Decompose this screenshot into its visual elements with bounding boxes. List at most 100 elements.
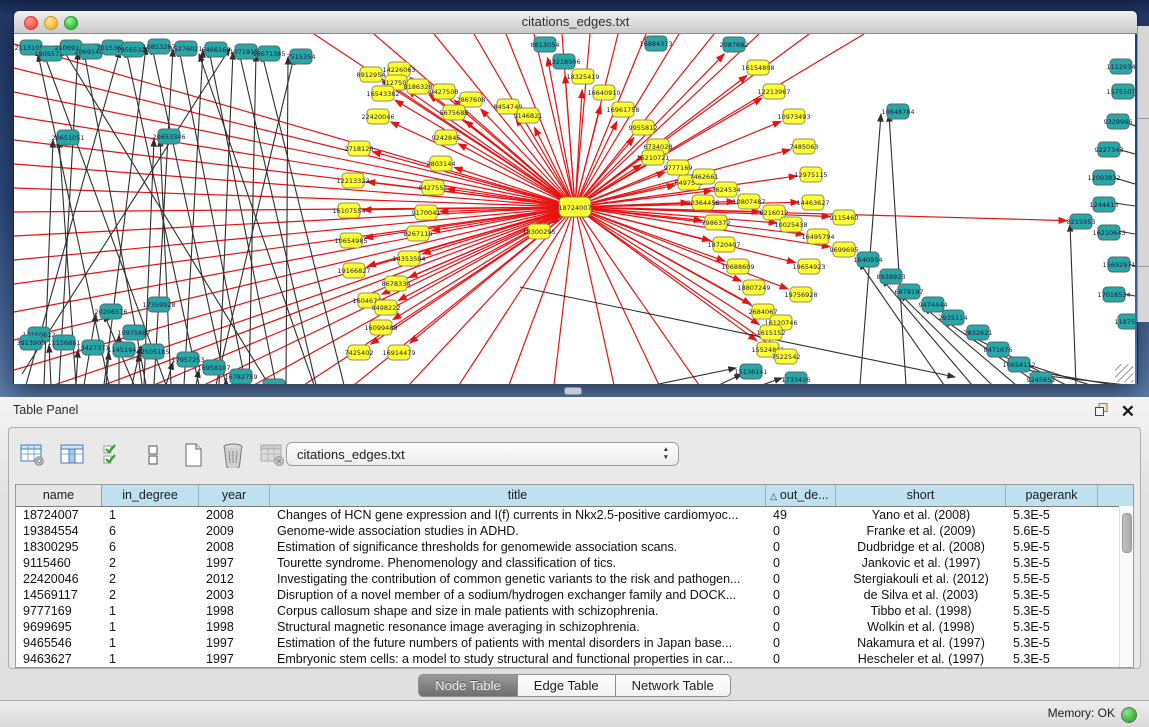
network-node[interactable]: 20653346 [152,129,185,144]
new-document-icon[interactable] [179,442,207,468]
network-node[interactable]: 9699695 [830,242,859,257]
table-row[interactable]: 1938455462009Genome-wide association stu… [16,523,1133,539]
close-panel-icon[interactable]: ✕ [1121,404,1135,420]
network-node[interactable]: 12093832 [1087,170,1120,185]
network-node[interactable]: 16640910 [587,85,620,100]
network-node[interactable]: 7462661 [690,169,719,184]
network-node[interactable]: 23218506 [547,54,580,69]
network-node[interactable]: 18325419 [566,69,599,84]
network-node[interactable]: 7425402 [345,345,374,360]
select-columns-icon[interactable] [59,442,87,468]
network-node[interactable]: 9242845 [432,130,461,145]
column-header-name[interactable]: name [16,485,102,506]
network-node[interactable]: 15751074 [1106,84,1135,99]
column-header-title[interactable]: title [270,485,766,506]
network-node[interactable]: 9329966 [1104,114,1133,129]
network-node[interactable]: 7485063 [790,139,819,154]
network-canvas[interactable]: 2113105319055724210691402069140620153624… [14,34,1135,384]
network-node[interactable]: 8813054 [531,37,560,52]
network-node[interactable]: 16099489 [364,320,397,335]
network-node[interactable]: 19166827 [337,263,370,278]
network-node[interactable]: 9227343 [1095,142,1124,157]
network-node[interactable]: 2087682 [720,37,749,52]
network-node[interactable]: 8678334 [382,276,411,291]
network-node[interactable]: 8471676 [984,342,1013,357]
network-node[interactable]: 16210643 [1092,225,1125,240]
network-hub-node[interactable]: 18724007 [558,197,591,217]
network-node[interactable]: 19756928 [784,287,817,302]
table-settings-icon[interactable] [19,442,47,468]
table-row[interactable]: 946554611997Estimation of the future num… [16,635,1133,651]
scrollbar-thumb[interactable] [1122,513,1132,553]
network-node[interactable]: 10654985 [334,233,367,248]
network-node[interactable]: 8215953 [1067,214,1096,229]
table-row[interactable]: 977716911998Corpus callosum shape and si… [16,603,1133,619]
network-node[interactable]: 20651051 [51,130,84,145]
table-row[interactable]: 946362711997Embryonic stem cells: a mode… [16,651,1133,667]
network-node[interactable]: 13427371 [76,340,109,355]
window-titlebar[interactable]: citations_edges.txt [14,11,1137,34]
network-node[interactable]: 10654112 [1002,357,1035,372]
network-node[interactable]: 9146821 [514,108,543,123]
tab-edge-table[interactable]: Edge Table [518,674,616,697]
network-node[interactable]: 14463627 [796,195,829,210]
network-node[interactable]: 3624534 [712,182,741,197]
network-node[interactable]: 1187532 [1115,314,1135,329]
tab-node-table[interactable]: Node Table [418,674,518,697]
network-node[interactable]: 7522542 [772,349,801,364]
network-node[interactable]: 16107554 [332,203,365,218]
network-node[interactable]: 7832621 [964,325,993,340]
float-panel-icon[interactable] [1094,402,1109,422]
table-row[interactable]: 1830029562008Estimation of significance … [16,539,1133,555]
network-node[interactable]: 12213967 [757,84,790,99]
table-row[interactable]: 1872400712008Changes of HCN gene express… [16,507,1133,523]
network-node[interactable]: 18807249 [737,280,770,295]
network-node[interactable]: 14353594 [392,251,425,266]
network-node[interactable]: 22420046 [361,109,394,124]
tab-network-table[interactable]: Network Table [616,674,731,697]
network-node[interactable]: 16495794 [801,229,834,244]
network-node[interactable]: 5675685 [440,105,469,120]
network-node[interactable]: 18720407 [707,237,740,252]
network-node[interactable]: 9115460 [830,210,859,225]
column-header-year[interactable]: year [199,485,270,506]
network-node[interactable]: 17016534 [1097,287,1130,302]
network-node[interactable]: 2803144 [427,156,456,171]
network-node[interactable]: 9955812 [629,120,658,135]
network-node[interactable]: 9170041 [412,205,441,220]
delete-icon[interactable] [219,442,247,468]
network-node[interactable]: 20364456 [686,195,719,210]
network-node[interactable]: 1244413 [1090,197,1119,212]
network-node[interactable]: 8267110 [404,226,433,241]
network-node[interactable]: 19654923 [792,259,825,274]
network-node[interactable]: 12975115 [794,167,827,182]
splitter-handle[interactable] [564,387,582,395]
network-node[interactable]: 16961758 [606,102,639,117]
network-node[interactable]: 3913909 [17,335,46,350]
network-node[interactable]: 9498222 [372,300,401,315]
column-header-out-degree[interactable]: △out_de... [766,485,836,506]
network-node[interactable]: 2935114 [939,310,968,325]
network-node[interactable]: 1615152 [757,325,786,340]
network-node[interactable]: 8427552 [419,180,448,195]
network-node[interactable]: 10648784 [881,104,914,119]
row-checks-icon[interactable] [99,442,127,468]
column-header-in-degree[interactable]: in_degree [102,485,199,506]
table-selector-dropdown[interactable]: citations_edges.txt ▲▼ [286,442,679,466]
network-node[interactable]: 9474444 [919,297,948,312]
network-node[interactable]: 10973493 [777,109,810,124]
network-node[interactable]: 15692971 [1102,257,1135,272]
network-node[interactable]: 16154808 [741,60,774,75]
column-header-short[interactable]: short [836,485,1006,506]
column-header-pagerank[interactable]: pagerank [1006,485,1098,506]
network-node[interactable]: 9427508 [430,84,459,99]
network-node[interactable]: 7986372 [702,215,731,230]
network-node[interactable]: 15136141 [734,364,767,379]
network-node[interactable]: 1640954 [854,252,883,267]
network-node[interactable]: 1733426 [782,372,811,384]
network-node[interactable]: 9777169 [664,160,693,175]
table-row[interactable]: 969969511998Structural magnetic resonanc… [16,619,1133,635]
network-node[interactable]: 7515354 [287,49,316,64]
network-node[interactable]: 1112934 [1107,59,1135,74]
table-row[interactable]: 2242004622012Investigating the contribut… [16,571,1133,587]
